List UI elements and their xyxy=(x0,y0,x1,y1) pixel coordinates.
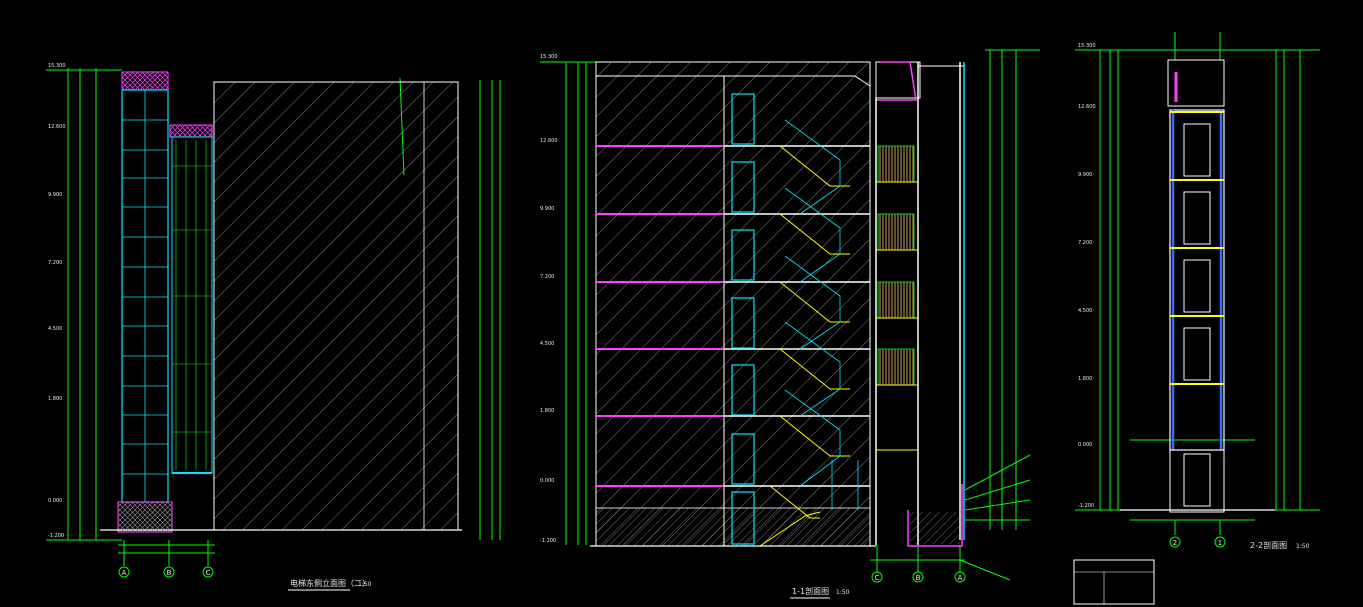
elevation-mark: 15.300 xyxy=(540,54,558,60)
section-building-body xyxy=(595,61,871,547)
section-shaft-magenta xyxy=(876,61,917,101)
axis-label: A xyxy=(122,569,127,577)
middle-section-view: C B A 15.300 12.600 9.900 7.200 4.500 1.… xyxy=(540,49,1040,599)
section-wood-panel xyxy=(877,281,915,319)
axis-label: 1 xyxy=(1218,539,1222,547)
elevation-mark: 1.800 xyxy=(48,396,62,402)
right-floor-lines xyxy=(1170,111,1224,385)
left-drawing-scale: 1:50 xyxy=(358,581,372,588)
axis-label: B xyxy=(916,574,921,582)
right-section-view: 2 1 15.300 12.600 9.900 7.200 4.500 1.80… xyxy=(1073,32,1320,605)
axis-label: B xyxy=(167,569,172,577)
left-stair-details xyxy=(172,140,212,470)
left-hatched-building xyxy=(213,81,459,531)
right-dimension-lines xyxy=(1075,32,1320,535)
elevation-mark: 4.500 xyxy=(1078,308,1092,314)
left-glass-grid xyxy=(122,90,168,502)
elevation-mark: 9.900 xyxy=(540,206,554,212)
middle-elevation-marks: 15.300 12.600 9.900 7.200 4.500 1.800 0.… xyxy=(540,54,558,544)
elevation-mark: 7.200 xyxy=(48,260,62,266)
legend-box xyxy=(1073,559,1155,605)
elevation-mark: 12.600 xyxy=(1078,104,1096,110)
axis-label: A xyxy=(958,574,963,582)
elevation-mark: 7.200 xyxy=(1078,240,1092,246)
axis-label: C xyxy=(875,574,880,582)
left-shaft-cap xyxy=(121,71,169,91)
left-axis-bubbles: A B C xyxy=(118,566,214,578)
cad-drawing-canvas: A B C 15.300 12.600 9.900 7.200 4.500 1.… xyxy=(46,32,1320,605)
right-drawing-scale: 1:50 xyxy=(1296,543,1310,550)
elevation-mark: -1.200 xyxy=(48,533,64,539)
section-pit-fill xyxy=(910,512,960,544)
elevation-mark: 15.300 xyxy=(48,63,66,69)
right-shaft-outline xyxy=(1169,109,1225,451)
section-wood-panel xyxy=(877,213,915,251)
elevation-mark: 15.300 xyxy=(1078,43,1096,49)
left-elevation-marks: 15.300 12.600 9.900 7.200 4.500 1.800 0.… xyxy=(48,63,66,539)
elevation-mark: 12.600 xyxy=(540,138,558,144)
elevation-mark: 9.900 xyxy=(1078,172,1092,178)
elevation-mark: 1.800 xyxy=(540,408,554,414)
elevation-mark: -1.200 xyxy=(540,538,556,544)
elevation-mark: 9.900 xyxy=(48,192,62,198)
right-axis-bubbles: 2 1 xyxy=(1169,536,1226,548)
elevation-mark: 7.200 xyxy=(540,274,554,280)
elevation-mark: 12.600 xyxy=(48,124,66,130)
right-drawing-title: 2-2剖面图 xyxy=(1250,540,1287,550)
elevation-mark: -1.200 xyxy=(1078,503,1094,509)
elevation-mark: 4.500 xyxy=(540,341,554,347)
right-elevation-marks: 15.300 12.600 9.900 7.200 4.500 1.800 0.… xyxy=(1078,43,1096,509)
left-stair-cap xyxy=(169,124,213,138)
elevation-mark: 0.000 xyxy=(1078,442,1092,448)
axis-label: 2 xyxy=(1173,539,1177,547)
middle-axis-bubbles: C B A xyxy=(871,571,966,583)
axis-label: C xyxy=(206,569,211,577)
left-shaft-base xyxy=(117,501,173,533)
middle-drawing-title: 1-1剖面图 xyxy=(792,586,829,596)
left-elevation-view: A B C 15.300 12.600 9.900 7.200 4.500 1.… xyxy=(46,63,501,591)
elevation-mark: 4.500 xyxy=(48,326,62,332)
elevation-mark: 0.000 xyxy=(48,498,62,504)
section-wood-panel xyxy=(877,348,915,386)
middle-drawing-scale: 1:50 xyxy=(836,589,850,596)
elevation-mark: 0.000 xyxy=(540,478,554,484)
section-wood-panel xyxy=(877,145,915,183)
section-basement-band xyxy=(595,507,871,547)
right-pit xyxy=(1169,449,1225,513)
elevation-mark: 1.800 xyxy=(1078,376,1092,382)
